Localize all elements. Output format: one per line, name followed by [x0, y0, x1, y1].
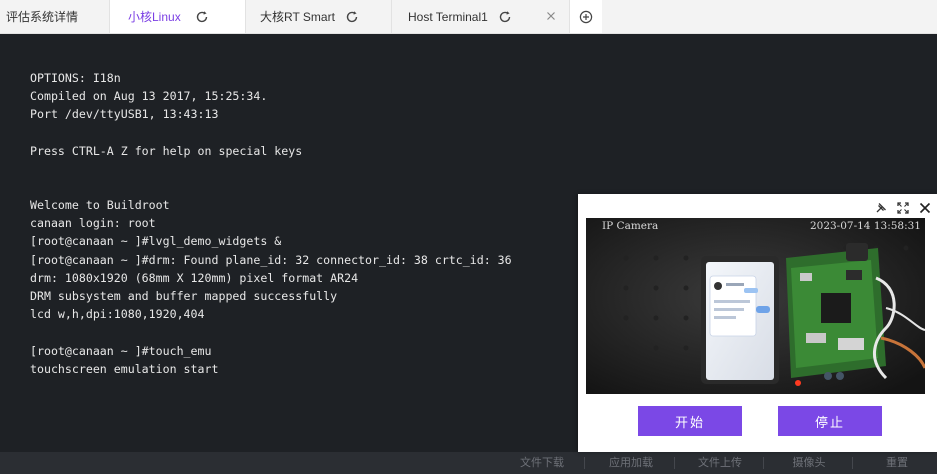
terminal-line: [root@canaan ~ ]#lvgl_demo_widgets & [30, 234, 282, 248]
plus-circle-icon [579, 10, 593, 24]
tab-label: 大核RT Smart [260, 10, 335, 24]
camera-timestamp: 2023-07-14 13:58:31 [809, 220, 921, 232]
tab-small-core-linux[interactable]: 小核Linux [110, 0, 246, 33]
camera-button[interactable]: 摄像头 [774, 452, 844, 474]
terminal-line: OPTIONS: I18n [30, 71, 121, 85]
camera-label: IP Camera [602, 220, 659, 232]
file-download-button[interactable]: 文件下载 [507, 452, 577, 474]
fullscreen-icon[interactable] [897, 202, 909, 214]
close-icon[interactable] [919, 202, 931, 214]
toolbar-divider [584, 457, 585, 469]
stop-button[interactable]: 停止 [778, 406, 882, 436]
terminal-line: canaan login: root [30, 216, 156, 230]
terminal-line: Compiled on Aug 13 2017, 15:25:34. [30, 89, 268, 103]
terminal-line: DRM subsystem and buffer mapped successf… [30, 289, 338, 303]
reset-button[interactable]: 重置 [862, 452, 932, 474]
refresh-icon[interactable] [345, 10, 359, 24]
bottom-toolbar: 文件下载 应用加载 文件上传 摄像头 重置 [0, 452, 937, 474]
pin-icon[interactable] [875, 202, 887, 214]
tab-eval-system-details[interactable]: 评估系统详情 [0, 0, 110, 33]
terminal-line: touchscreen emulation start [30, 362, 219, 376]
terminal-line: [root@canaan ~ ]#drm: Found plane_id: 32… [30, 253, 512, 267]
tab-label: 评估系统详情 [6, 10, 79, 24]
add-tab-button[interactable] [570, 0, 602, 33]
camera-panel: IP Camera 2023-07-14 13:58:31 开始 停止 [578, 194, 937, 452]
toolbar-divider [852, 457, 853, 469]
app-load-button[interactable]: 应用加载 [596, 452, 666, 474]
terminal-line: Port /dev/ttyUSB1, 13:43:13 [30, 107, 219, 121]
tab-bar-empty-area [602, 0, 937, 33]
terminal-line: Press CTRL-A Z for help on special keys [30, 144, 303, 158]
tab-host-terminal1[interactable]: Host Terminal1 [392, 0, 570, 33]
terminal-line: Welcome to Buildroot [30, 198, 170, 212]
camera-panel-controls [875, 198, 931, 218]
file-upload-button[interactable]: 文件上传 [685, 452, 755, 474]
refresh-icon[interactable] [498, 10, 512, 24]
close-tab-icon[interactable] [545, 10, 557, 22]
terminal-line: drm: 1080x1920 (68mm X 120mm) pixel form… [30, 271, 359, 285]
start-button[interactable]: 开始 [638, 406, 742, 436]
tab-big-core-rt-smart[interactable]: 大核RT Smart [246, 0, 392, 33]
tab-bar: 评估系统详情 小核Linux 大核RT Smart Host Terminal1 [0, 0, 937, 34]
camera-feed-image [586, 218, 925, 394]
terminal-line: lcd w,h,dpi:1080,1920,404 [30, 307, 205, 321]
terminal-line: [root@canaan ~ ]#touch_emu [30, 344, 212, 358]
tab-label: Host Terminal1 [408, 9, 488, 24]
refresh-icon[interactable] [195, 10, 209, 24]
camera-feed: IP Camera 2023-07-14 13:58:31 [586, 218, 925, 394]
toolbar-divider [674, 457, 675, 469]
tab-label: 小核Linux [128, 10, 181, 24]
toolbar-divider [763, 457, 764, 469]
